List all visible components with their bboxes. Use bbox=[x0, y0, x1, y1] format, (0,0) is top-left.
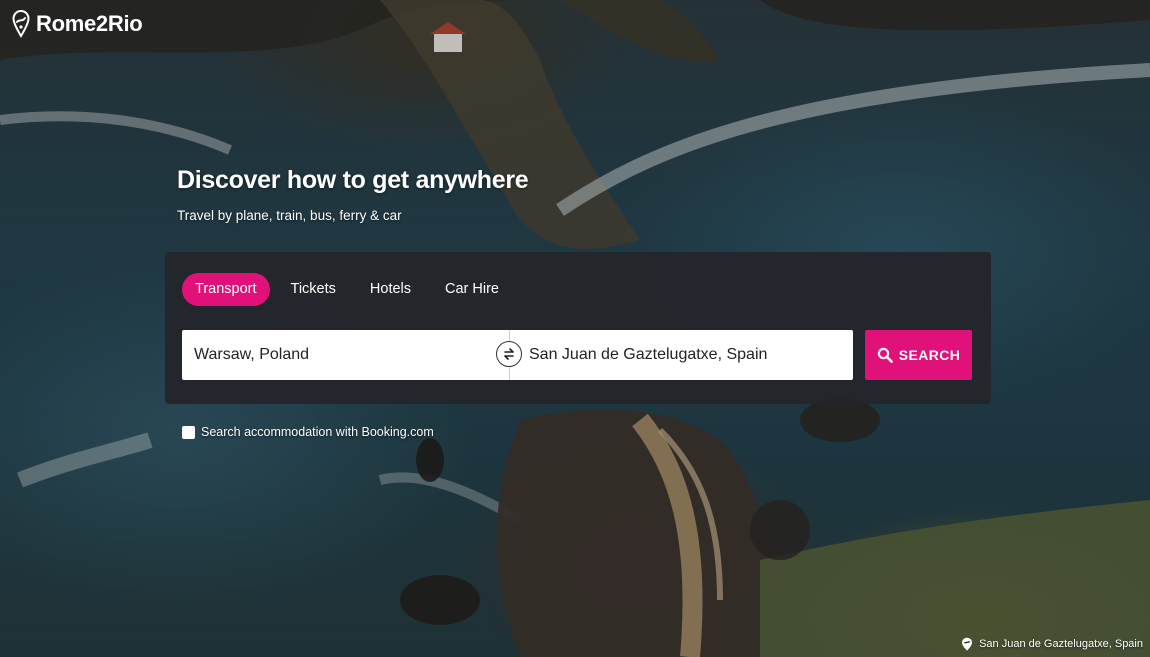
tab-transport[interactable]: Transport bbox=[182, 273, 270, 306]
search-button[interactable]: SEARCH bbox=[865, 330, 972, 380]
accommodation-label: Search accommodation with Booking.com bbox=[201, 425, 434, 439]
photo-location: San Juan de Gaztelugatxe, Spain bbox=[979, 638, 1143, 650]
location-pin-icon bbox=[962, 637, 973, 651]
hero-subtitle: Travel by plane, train, bus, ferry & car bbox=[177, 208, 402, 223]
tab-hotels[interactable]: Hotels bbox=[357, 273, 424, 306]
route-fields bbox=[182, 330, 853, 380]
search-button-label: SEARCH bbox=[898, 347, 961, 363]
accommodation-checkbox[interactable] bbox=[182, 425, 195, 439]
search-icon bbox=[877, 347, 893, 363]
search-panel: Transport Tickets Hotels Car Hire SEARCH bbox=[165, 252, 991, 404]
rome2rio-pin-logo-icon bbox=[12, 10, 30, 38]
accommodation-option[interactable]: Search accommodation with Booking.com bbox=[182, 425, 434, 439]
photo-credit: San Juan de Gaztelugatxe, Spain bbox=[961, 637, 1143, 651]
origin-input[interactable] bbox=[182, 330, 509, 380]
tab-tickets[interactable]: Tickets bbox=[278, 273, 349, 306]
destination-input[interactable] bbox=[509, 330, 853, 380]
search-tabs: Transport Tickets Hotels Car Hire bbox=[182, 273, 520, 306]
swap-button[interactable] bbox=[496, 341, 522, 367]
brand-name: Rome2Rio bbox=[36, 11, 143, 36]
brand-logo[interactable]: Rome2Rio bbox=[12, 10, 143, 38]
tab-car-hire[interactable]: Car Hire bbox=[432, 273, 512, 306]
swap-arrows-icon bbox=[504, 348, 514, 360]
hero-title: Discover how to get anywhere bbox=[177, 166, 529, 194]
search-row: SEARCH bbox=[182, 330, 972, 380]
